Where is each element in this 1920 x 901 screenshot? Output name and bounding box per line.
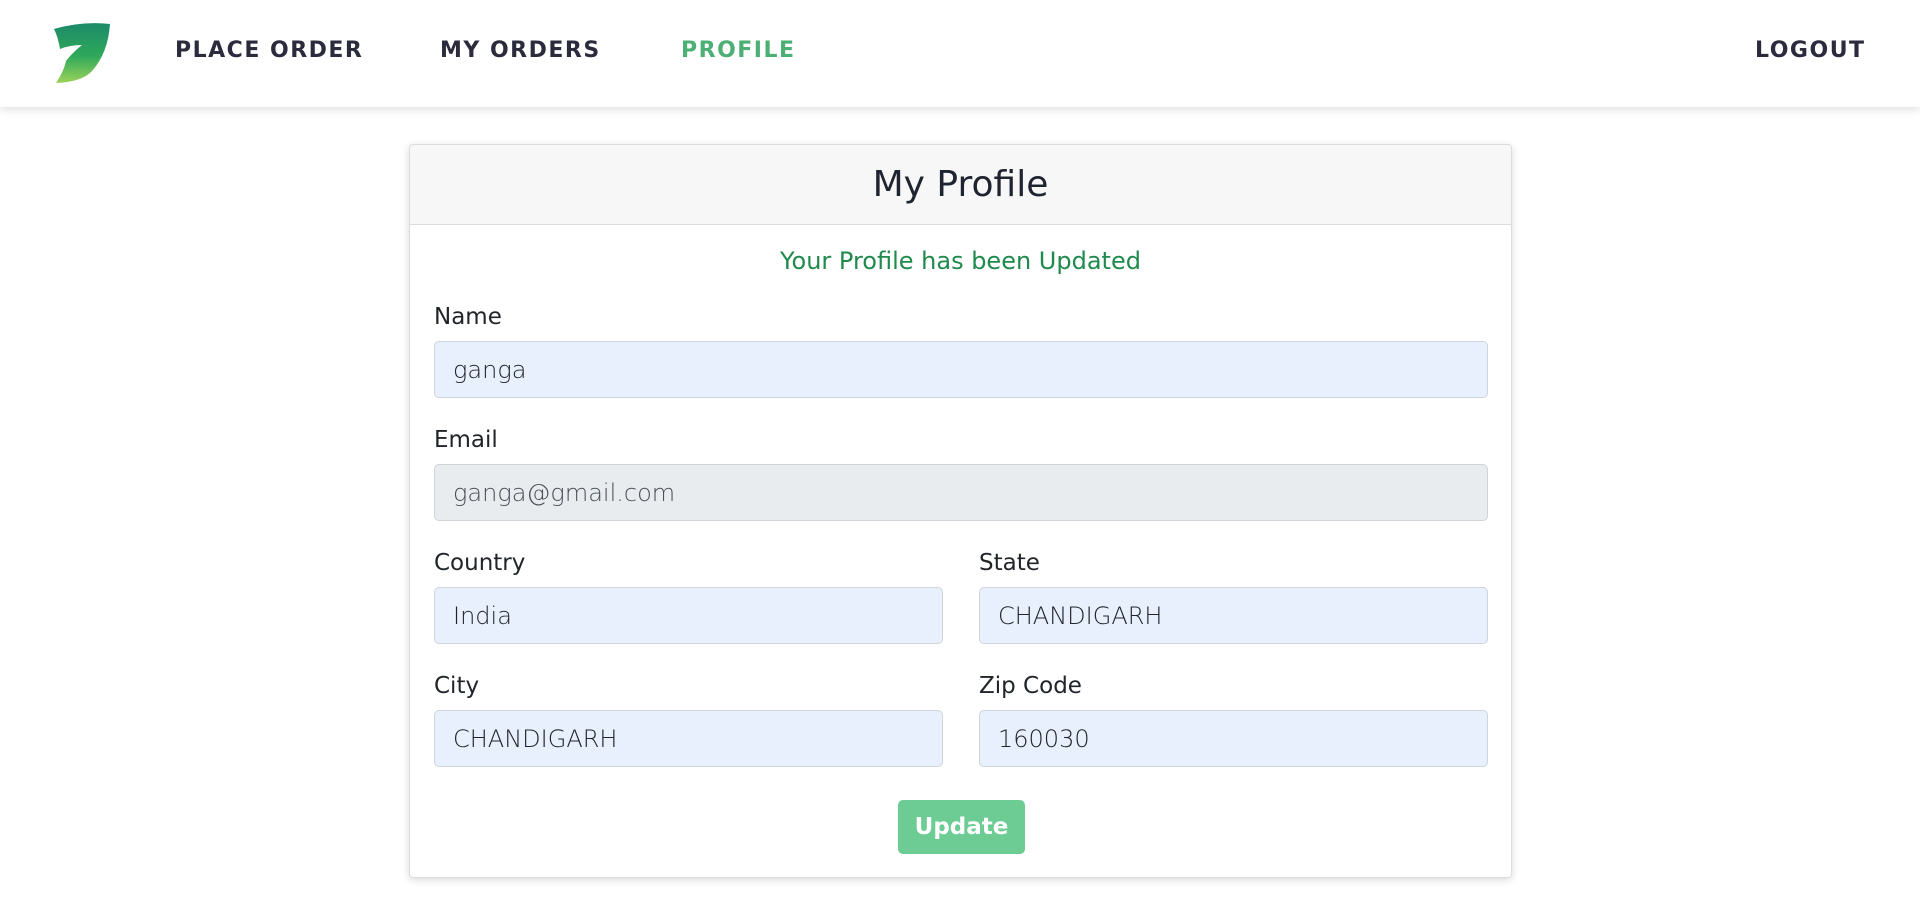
state-field-group: State [979, 549, 1488, 644]
city-label: City [434, 673, 480, 699]
name-label: Name [434, 304, 502, 330]
country-input[interactable] [434, 587, 943, 644]
card-header: My Profile [410, 145, 1511, 225]
country-field-group: Country [434, 549, 943, 644]
top-navbar: PLACE ORDER MY ORDERS PROFILE LOGOUT [0, 0, 1920, 107]
nav-place-order[interactable]: PLACE ORDER [175, 38, 363, 63]
email-input [434, 464, 1488, 521]
update-button[interactable]: Update [898, 800, 1025, 854]
nav-my-orders[interactable]: MY ORDERS [440, 38, 601, 63]
nav-logout[interactable]: LOGOUT [1755, 38, 1866, 63]
leaf-logo-icon[interactable] [52, 23, 112, 85]
success-message: Your Profile has been Updated [780, 247, 1141, 275]
name-input[interactable] [434, 341, 1488, 398]
state-input[interactable] [979, 587, 1488, 644]
email-label: Email [434, 427, 498, 453]
zip-field-group: Zip Code [979, 672, 1488, 767]
nav-profile[interactable]: PROFILE [681, 38, 796, 63]
page-title: My Profile [872, 164, 1049, 205]
country-label: Country [434, 550, 526, 576]
zip-code-input[interactable] [979, 710, 1488, 767]
name-field-group: Name [434, 303, 1488, 398]
email-field-group: Email [434, 426, 1488, 521]
city-field-group: City [434, 672, 943, 767]
state-label: State [979, 550, 1040, 576]
city-input[interactable] [434, 710, 943, 767]
profile-card: My Profile Your Profile has been Updated… [409, 144, 1512, 878]
zip-code-label: Zip Code [979, 673, 1082, 699]
